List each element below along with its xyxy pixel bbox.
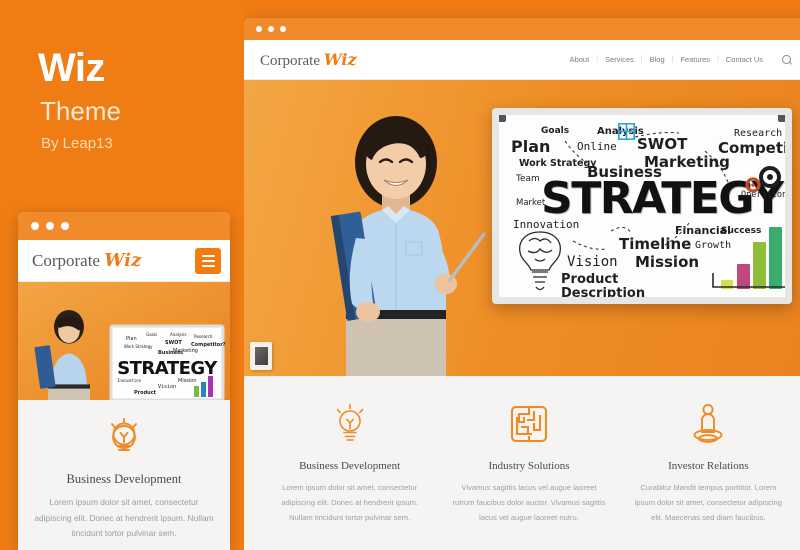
mobile-hero: STRATEGY Plan Goals Analysis Research SW… [18, 282, 230, 400]
svg-text:STRATEGY: STRATEGY [117, 358, 218, 379]
search-icon[interactable] [782, 54, 792, 65]
nav-item-services[interactable]: Services [598, 55, 641, 64]
product-author: By Leap13 [41, 135, 113, 152]
nav-item-about[interactable]: About [563, 55, 597, 64]
svg-text:Research: Research [194, 334, 213, 339]
mobile-logo-primary: Corporate [32, 251, 100, 270]
nav-item-blog[interactable]: Blog [643, 55, 672, 64]
hamburger-icon[interactable] [195, 247, 221, 274]
desktop-mockup: Corporate Wiz About | Services | Blog | … [244, 18, 800, 550]
lightbulb-icon [32, 416, 216, 460]
feature-card-investor-relations: Investor Relations Curabitur blandit tem… [619, 402, 798, 550]
nav-item-features[interactable]: Features [673, 55, 717, 64]
mobile-logo[interactable]: Corporate Wiz [32, 250, 141, 271]
svg-text:Mission: Mission [178, 378, 197, 384]
nav-item-contact-us[interactable]: Contact Us [719, 55, 770, 64]
mobile-mockup: Corporate Wiz STRATEGY Plan Goals Analys… [18, 212, 230, 550]
lightbulb-icon [273, 402, 426, 446]
mobile-feature-text: Lorem ipsum dolor sit amet, consectetur … [34, 497, 214, 539]
svg-text:Product: Product [134, 390, 157, 396]
desktop-logo-accent: Wiz [323, 49, 357, 69]
desktop-window-titlebar [244, 18, 800, 40]
window-dot-close[interactable] [256, 26, 262, 32]
svg-text:Work Strategy: Work Strategy [124, 344, 153, 349]
desktop-navbar: Corporate Wiz About | Services | Blog | … [244, 40, 800, 80]
picture-frame [250, 342, 272, 370]
svg-text:Plan: Plan [126, 336, 137, 342]
svg-text:Marketing: Marketing [173, 348, 198, 354]
mobile-feature-title: Business Development [66, 472, 182, 486]
window-dot-minimize[interactable] [268, 26, 274, 32]
feature-title: Industry Solutions [488, 460, 570, 472]
window-dot-maximize[interactable] [280, 26, 286, 32]
feature-text: Lorem ipsum dolor sit amet, consectetur … [281, 483, 419, 522]
product-title: Wiz [38, 46, 106, 90]
strategy-whiteboard: Plan Goals Online Analysis Research SWOT… [492, 108, 792, 304]
window-dot-maximize[interactable] [61, 222, 69, 230]
feature-card-business-development: Business Development Lorem ipsum dolor s… [260, 402, 439, 550]
product-subtitle: Theme [40, 96, 121, 126]
feature-title: Investor Relations [668, 460, 749, 472]
svg-text:Vision: Vision [158, 384, 176, 390]
window-dot-close[interactable] [31, 222, 39, 230]
maze-icon [452, 402, 605, 446]
svg-text:SWOT: SWOT [165, 340, 182, 346]
desktop-logo-primary: Corporate [260, 52, 320, 69]
businesswoman-photo [330, 116, 486, 376]
mobile-feature-card: Business Development Lorem ipsum dolor s… [18, 400, 230, 550]
svg-text:Goals: Goals [146, 332, 157, 337]
mobile-window-titlebar [18, 212, 230, 240]
svg-text:Analysis: Analysis [170, 332, 186, 337]
feature-text: Curabitur blandit tempus porttitor. Lore… [634, 483, 782, 522]
svg-text:Innovation: Innovation [117, 378, 142, 383]
main-nav: About | Services | Blog | Features | Con… [563, 54, 792, 65]
window-dot-minimize[interactable] [46, 222, 54, 230]
desktop-logo[interactable]: Corporate Wiz [260, 50, 357, 70]
person-podium-icon [632, 402, 785, 446]
mobile-hero-graphic: STRATEGY Plan Goals Analysis Research SW… [18, 282, 230, 400]
mobile-logo-accent: Wiz [104, 250, 142, 271]
feature-title: Business Development [299, 460, 401, 472]
features-section: Business Development Lorem ipsum dolor s… [244, 376, 800, 550]
mobile-whiteboard: STRATEGY Plan Goals Analysis Research SW… [109, 324, 226, 400]
feature-text: Vivamus sagittis lacus vel augue laoreet… [452, 483, 606, 522]
mobile-navbar: Corporate Wiz [18, 240, 230, 282]
chart-axis [712, 273, 785, 288]
whiteboard-content: Plan Goals Online Analysis Research SWOT… [499, 115, 785, 297]
chart-bar-5 [785, 209, 792, 289]
hero-section: Plan Goals Online Analysis Research SWOT… [244, 80, 800, 376]
feature-card-industry-solutions: Industry Solutions Vivamus sagittis lacu… [439, 402, 618, 550]
